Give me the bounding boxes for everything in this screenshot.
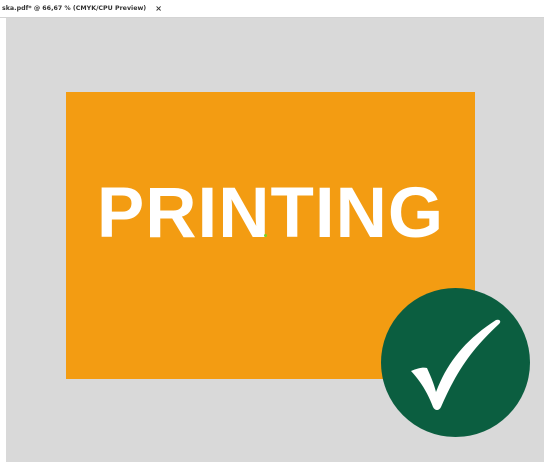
document-tab-bar: ska.pdf* @ 66,67 % (CMYK/CPU Preview) × [0,0,544,18]
selection-anchor-point[interactable] [264,234,267,237]
document-tab[interactable]: ska.pdf* @ 66,67 % (CMYK/CPU Preview) × [0,0,168,17]
checkmark-badge [381,288,530,437]
app-window: ska.pdf* @ 66,67 % (CMYK/CPU Preview) × … [0,0,544,462]
document-tab-title[interactable]: ska.pdf* @ 66,67 % (CMYK/CPU Preview) [2,5,146,12]
printing-text-object[interactable]: PRINTING [66,178,475,249]
close-tab-icon[interactable]: × [155,4,162,13]
